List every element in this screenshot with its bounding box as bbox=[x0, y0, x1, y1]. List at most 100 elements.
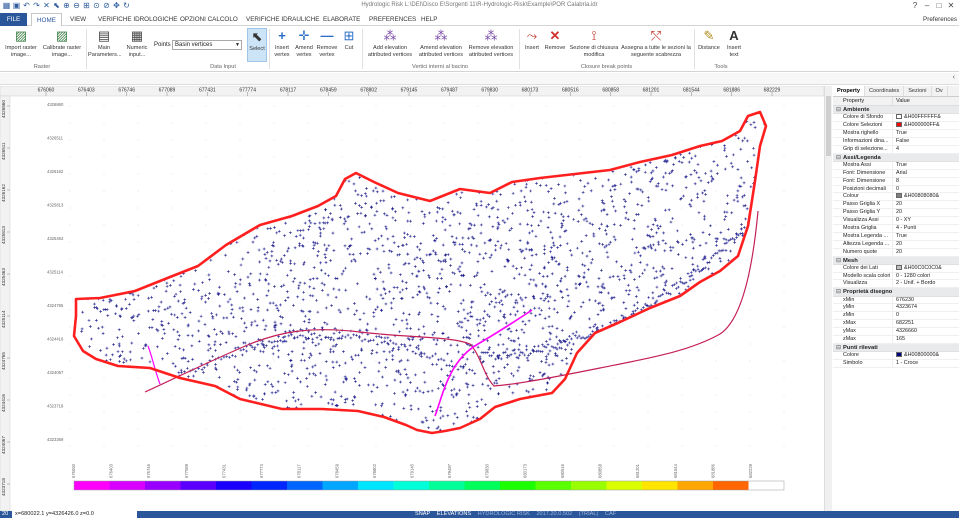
property-value[interactable]: 0 bbox=[893, 312, 959, 319]
property-row[interactable]: xMin 676230 bbox=[833, 296, 959, 305]
tab-ov[interactable]: Ov bbox=[932, 86, 948, 96]
property-value[interactable]: 4 bbox=[893, 146, 959, 153]
chevron-left-icon[interactable]: ‹ bbox=[953, 74, 955, 81]
collapse-icon[interactable]: ⊟ bbox=[836, 344, 843, 352]
property-row[interactable]: Mostra righello True bbox=[833, 129, 959, 138]
property-row[interactable]: Informazioni dina... False bbox=[833, 137, 959, 146]
property-row[interactable]: Numero quote 20 bbox=[833, 248, 959, 257]
calibrate-raster-button[interactable]: ▨ Calibrate raster image... bbox=[42, 28, 82, 58]
tab-preferences[interactable]: PREFERENCES bbox=[364, 13, 421, 26]
property-row[interactable]: zMin 0 bbox=[833, 312, 959, 321]
property-value[interactable]: 4 - Punti bbox=[893, 225, 959, 232]
amend-vertex-button[interactable]: ✛ Amend vertex bbox=[293, 28, 315, 58]
property-row[interactable]: Visualizza Assi 0 - XY bbox=[833, 217, 959, 225]
remove-elevation-vertices-button[interactable]: ⁂ Remove elevation attributed vertices bbox=[466, 28, 516, 58]
property-value[interactable]: 676230 bbox=[893, 297, 959, 304]
property-value[interactable]: &H00800000& bbox=[893, 352, 959, 359]
property-row[interactable]: Colore Selezioni &H000000FF& bbox=[833, 122, 959, 130]
property-value[interactable]: 682251 bbox=[893, 320, 959, 327]
property-value[interactable]: 20 bbox=[893, 249, 959, 256]
property-row[interactable]: Grip di selezione... 4 bbox=[833, 145, 959, 154]
property-row[interactable]: Visualizza 2 - Unif. + Bordo bbox=[833, 280, 959, 289]
minimize-icon[interactable]: – bbox=[921, 0, 933, 12]
property-section[interactable]: ⊟ Punti rilevati bbox=[833, 343, 959, 353]
map-canvas[interactable]: 676060 676403 676746 677089 677431 677774 6781… bbox=[0, 86, 832, 511]
property-value[interactable]: 20 bbox=[893, 209, 959, 216]
property-row[interactable]: Posizioni decimali 0 bbox=[833, 185, 959, 194]
property-value[interactable]: 4326660 bbox=[893, 328, 959, 335]
cut-button[interactable]: ⊞ Cut bbox=[340, 28, 358, 52]
property-section[interactable]: ⊟ Ambiente bbox=[833, 106, 959, 115]
insert-text-button[interactable]: A Insert text bbox=[724, 28, 744, 58]
property-row[interactable]: Mostra Assi True bbox=[833, 161, 959, 170]
elevations-indicator[interactable]: ELEVATIONS bbox=[437, 511, 471, 517]
property-value[interactable]: False bbox=[893, 138, 959, 145]
property-value[interactable]: &H00808080& bbox=[893, 193, 959, 200]
tab-property[interactable]: Property bbox=[833, 86, 866, 96]
property-row[interactable]: Font: Dimensione Arial bbox=[833, 169, 959, 178]
property-value[interactable]: &H00FFFFFF& bbox=[893, 114, 959, 121]
snap-indicator[interactable]: SNAP bbox=[415, 511, 430, 517]
property-row[interactable]: Simbolo 1 - Croce bbox=[833, 359, 959, 368]
property-row[interactable]: Mostra Griglia 4 - Punti bbox=[833, 224, 959, 233]
property-section[interactable]: ⊟ Proprietà disegno bbox=[833, 288, 959, 297]
property-row[interactable]: Colore di Sfondo &H00FFFFFF& bbox=[833, 114, 959, 123]
numeric-input-button[interactable]: ▦ Numeric input... bbox=[122, 28, 152, 58]
tab-view[interactable]: VIEW bbox=[65, 13, 91, 26]
collapse-icon[interactable]: ⊟ bbox=[836, 154, 843, 162]
property-row[interactable]: Passo Griglia X 20 bbox=[833, 201, 959, 210]
close-window-icon[interactable]: ✕ bbox=[945, 0, 957, 12]
amend-elevation-vertices-button[interactable]: ⁂ Amend elevation attributed vertices bbox=[416, 28, 466, 58]
property-value[interactable]: 0 bbox=[893, 186, 959, 193]
property-row[interactable]: Colour &H00808080& bbox=[833, 193, 959, 202]
property-value[interactable]: True bbox=[893, 233, 959, 240]
main-parameters-button[interactable]: ▤ Main Parameters... bbox=[88, 28, 122, 58]
property-value[interactable]: 4323674 bbox=[893, 304, 959, 311]
property-value[interactable]: Arial bbox=[893, 170, 959, 177]
property-value[interactable]: 165 bbox=[893, 336, 959, 343]
property-value[interactable]: True bbox=[893, 130, 959, 137]
property-row[interactable]: xMax 682251 bbox=[833, 320, 959, 329]
property-section[interactable]: ⊟ Assi/Legenda bbox=[833, 153, 959, 162]
property-value[interactable]: &H000000FF& bbox=[893, 122, 959, 129]
property-row[interactable]: zMax 165 bbox=[833, 336, 959, 344]
add-elevation-vertices-button[interactable]: ⁂ Add elevation attributed vertices bbox=[364, 28, 416, 58]
vertical-scrollbar[interactable] bbox=[824, 86, 832, 511]
property-row[interactable]: Font: Dimensione 8 bbox=[833, 177, 959, 186]
property-row[interactable]: Altezza Legenda ... 20 bbox=[833, 240, 959, 249]
property-value[interactable]: 2 - Unif. + Bordo bbox=[893, 280, 959, 287]
points-select[interactable]: Basin vertices ▼ bbox=[172, 40, 242, 50]
tab-coordinates[interactable]: Coordinates bbox=[865, 86, 905, 96]
preferences-link[interactable]: Preferences bbox=[923, 13, 957, 26]
property-value[interactable]: 0 - XY bbox=[893, 217, 959, 224]
tab-elaborate[interactable]: ELABORATE bbox=[318, 13, 365, 26]
tab-home[interactable]: HOME bbox=[31, 13, 62, 27]
remove-vertex-button[interactable]: — Remove vertex bbox=[316, 28, 338, 58]
select-button[interactable]: ⬉ Select bbox=[247, 28, 267, 62]
collapse-icon[interactable]: ⊟ bbox=[836, 106, 843, 114]
maximize-icon[interactable]: □ bbox=[933, 0, 945, 12]
distance-button[interactable]: ✎ Distance bbox=[696, 28, 722, 52]
property-value[interactable]: 0 - 1280 colori bbox=[893, 273, 959, 280]
tab-file[interactable]: FILE bbox=[0, 13, 27, 26]
property-row[interactable]: yMax 4326660 bbox=[833, 328, 959, 337]
tab-verifiche-idrauliche[interactable]: VERIFICHE IDRAULICHE bbox=[241, 13, 324, 26]
tab-opzioni-calcolo[interactable]: OPZIONI CALCOLO bbox=[175, 13, 243, 26]
help-icon[interactable]: ? bbox=[909, 0, 921, 12]
property-value[interactable]: 20 bbox=[893, 241, 959, 248]
tab-verifiche-idrologiche[interactable]: VERIFICHE IDROLOGICHE bbox=[93, 13, 182, 26]
insert-breakpoint-button[interactable]: ⤳ Insert bbox=[521, 28, 543, 52]
assegna-scabrezza-button[interactable]: ⤲ Assegna a tutte le sezioni la seguente… bbox=[620, 28, 692, 58]
property-row[interactable]: Passo Griglia Y 20 bbox=[833, 209, 959, 218]
sezione-chiusura-button[interactable]: ⟟ Sezione di chiusura modifica bbox=[569, 28, 619, 58]
tab-help[interactable]: HELP bbox=[416, 13, 442, 26]
property-row[interactable]: Mostra Legenda ... True bbox=[833, 232, 959, 241]
property-row[interactable]: yMin 4323674 bbox=[833, 304, 959, 313]
property-section[interactable]: ⊟ Mesh bbox=[833, 256, 959, 265]
map-svg[interactable]: 676060 676403 676746 677089 677431 677774 6781… bbox=[0, 86, 832, 511]
property-value[interactable]: &H00C0C0C0& bbox=[893, 265, 959, 272]
property-value[interactable]: 1 - Croce bbox=[893, 360, 959, 367]
import-raster-button[interactable]: ▨ Import raster image... bbox=[2, 28, 40, 58]
property-row[interactable]: Modello scala colori 0 - 1280 colori bbox=[833, 272, 959, 281]
property-value[interactable]: 20 bbox=[893, 201, 959, 208]
